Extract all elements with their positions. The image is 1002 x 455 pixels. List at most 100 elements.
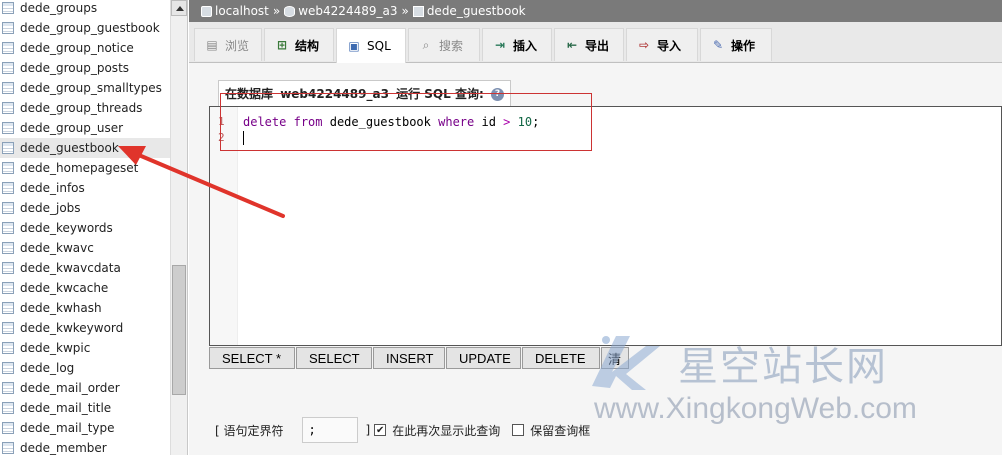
- table-icon: [412, 5, 424, 17]
- table-icon: [2, 402, 14, 414]
- retain-box-checkbox[interactable]: [512, 424, 525, 436]
- tab-structure[interactable]: ⊞ 结构: [264, 28, 334, 61]
- wrench-icon: ✎: [712, 38, 724, 52]
- table-sidebar: dede_groups dede_group_guestbook dede_gr…: [0, 0, 188, 455]
- tab-export[interactable]: ⇤ 导出: [554, 28, 624, 61]
- tab-sql[interactable]: ▣ SQL: [336, 28, 406, 63]
- select-all-button[interactable]: SELECT *: [209, 347, 295, 369]
- table-row[interactable]: dede_infos: [0, 178, 170, 198]
- sql-column: id: [481, 115, 496, 129]
- table-row[interactable]: dede_member: [0, 438, 170, 455]
- table-icon: [2, 242, 14, 254]
- table-icon: [2, 82, 14, 94]
- insert-icon: ⇥: [494, 38, 506, 52]
- server-icon: [201, 5, 212, 17]
- tab-search[interactable]: ⌕ 搜索: [408, 28, 480, 61]
- tab-search-label: 搜索: [439, 38, 464, 53]
- tab-operations-label: 操作: [731, 38, 756, 53]
- table-icon: [2, 442, 14, 454]
- show-again-label: 在此再次显示此查询: [392, 423, 501, 438]
- table-row[interactable]: dede_keywords: [0, 218, 170, 238]
- scroll-up-button[interactable]: [171, 0, 187, 16]
- table-row[interactable]: dede_group_posts: [0, 58, 170, 78]
- table-icon: [2, 282, 14, 294]
- tab-structure-label: 结构: [295, 38, 320, 53]
- breadcrumb-separator: »: [401, 4, 409, 18]
- tab-browse-label: 浏览: [225, 38, 250, 53]
- tab-insert[interactable]: ⇥ 插入: [482, 28, 552, 61]
- table-icon: [2, 142, 14, 154]
- line-number-gutter: 1 2: [210, 107, 238, 345]
- sql-code: delete from dede_guestbook where id > 10…: [243, 115, 539, 129]
- query-template-buttons: SELECT * SELECT INSERT UPDATE DELETE 清: [209, 347, 630, 369]
- database-icon: [284, 5, 296, 17]
- table-row[interactable]: dede_mail_type: [0, 418, 170, 438]
- table-row[interactable]: dede_jobs: [0, 198, 170, 218]
- sql-query-panel: 在数据库 web4224489_a3 运行 SQL 查询: ? 1 2 dele…: [189, 63, 1002, 455]
- table-row[interactable]: dede_group_notice: [0, 38, 170, 58]
- insert-button[interactable]: INSERT: [373, 347, 445, 369]
- sql-table-name: dede_guestbook: [329, 115, 431, 129]
- delete-button[interactable]: DELETE: [522, 347, 600, 369]
- sql-keyword: where: [438, 115, 475, 129]
- tab-bar: ▤ 浏览 ⊞ 结构 ▣ SQL ⌕ 搜索 ⇥ 插入 ⇤ 导出 ⇨ 导入 ✎ 操作: [189, 22, 1002, 63]
- table-icon: [2, 222, 14, 234]
- sql-number: 10: [517, 115, 533, 129]
- tab-sql-label: SQL: [367, 39, 391, 53]
- line-number: 2: [218, 131, 225, 144]
- table-icon: [2, 122, 14, 134]
- delimiter-label: [ 语句定界符: [215, 423, 284, 438]
- sql-editor[interactable]: 1 2 delete from dede_guestbook where id …: [209, 106, 1002, 346]
- select-button[interactable]: SELECT: [296, 347, 372, 369]
- table-row[interactable]: dede_kwhash: [0, 298, 170, 318]
- table-icon: [2, 262, 14, 274]
- table-row[interactable]: dede_group_threads: [0, 98, 170, 118]
- table-row[interactable]: dede_kwavc: [0, 238, 170, 258]
- tab-import-label: 导入: [657, 38, 682, 53]
- delimiter-input[interactable]: [301, 417, 358, 443]
- legend-database[interactable]: web4224489_a3: [280, 87, 389, 101]
- table-row[interactable]: dede_kwkeyword: [0, 318, 170, 338]
- table-row[interactable]: dede_log: [0, 358, 170, 378]
- update-button[interactable]: UPDATE: [446, 347, 521, 369]
- table-row[interactable]: dede_mail_order: [0, 378, 170, 398]
- query-options: [ 语句定界符 ] ✔ 在此再次显示此查询 保留查询框: [215, 417, 590, 443]
- breadcrumb-server[interactable]: localhost: [215, 4, 269, 18]
- help-icon[interactable]: ?: [490, 88, 504, 101]
- table-row[interactable]: dede_groups: [0, 0, 170, 18]
- sidebar-scrollbar[interactable]: [170, 0, 187, 455]
- table-icon: [2, 162, 14, 174]
- tab-browse[interactable]: ▤ 浏览: [194, 28, 262, 61]
- scroll-thumb[interactable]: [172, 265, 186, 395]
- table-list: dede_groups dede_group_guestbook dede_gr…: [0, 0, 170, 455]
- tab-import[interactable]: ⇨ 导入: [626, 28, 698, 61]
- browse-icon: ▤: [206, 38, 218, 52]
- sql-keyword: from: [293, 115, 323, 129]
- breadcrumb-table[interactable]: dede_guestbook: [427, 4, 526, 18]
- table-row[interactable]: dede_kwcache: [0, 278, 170, 298]
- breadcrumb-database[interactable]: web4224489_a3: [298, 4, 397, 18]
- table-row[interactable]: dede_kwavcdata: [0, 258, 170, 278]
- export-icon: ⇤: [566, 38, 578, 52]
- breadcrumb: localhost » web4224489_a3 » dede_guestbo…: [189, 0, 1002, 22]
- show-again-checkbox[interactable]: ✔: [374, 424, 387, 436]
- retain-box-label: 保留查询框: [530, 423, 591, 438]
- clear-button[interactable]: 清: [601, 347, 629, 369]
- table-row[interactable]: dede_kwpic: [0, 338, 170, 358]
- table-icon: [2, 322, 14, 334]
- table-row[interactable]: dede_group_guestbook: [0, 18, 170, 38]
- text-caret: [243, 131, 244, 145]
- tab-operations[interactable]: ✎ 操作: [700, 28, 772, 61]
- table-row[interactable]: dede_mail_title: [0, 398, 170, 418]
- table-icon: [2, 342, 14, 354]
- structure-icon: ⊞: [276, 38, 288, 52]
- table-icon: [2, 42, 14, 54]
- search-icon: ⌕: [422, 37, 430, 52]
- table-icon: [2, 422, 14, 434]
- table-row[interactable]: dede_homepageset: [0, 158, 170, 178]
- delimiter-close: ]: [365, 423, 371, 437]
- table-icon: [2, 362, 14, 374]
- table-row[interactable]: dede_group_user: [0, 118, 170, 138]
- table-row[interactable]: dede_group_smalltypes: [0, 78, 170, 98]
- table-row-selected[interactable]: dede_guestbook: [0, 138, 170, 158]
